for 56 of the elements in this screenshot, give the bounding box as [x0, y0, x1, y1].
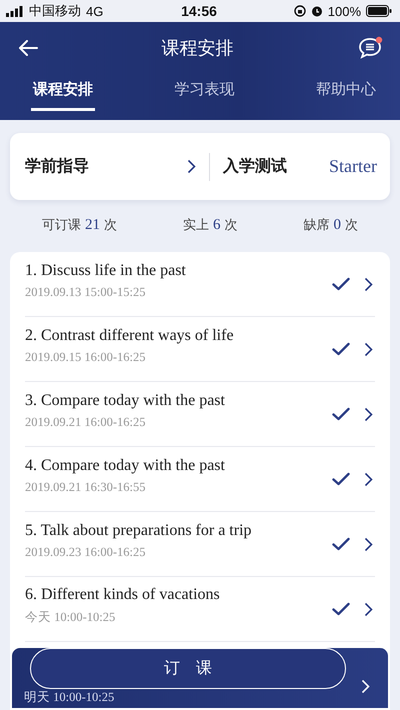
signal-icon: [6, 6, 24, 16]
battery-icon: [366, 5, 392, 17]
chevron-icon: [364, 602, 373, 616]
lesson-time: 2019.09.23 16:00-16:25: [25, 545, 146, 560]
rotation-lock-icon: [294, 5, 306, 17]
lesson-row[interactable]: 明天 10:00-10:25 订 课: [12, 648, 388, 708]
lesson-title: 3. Compare today with the past: [25, 392, 226, 410]
lesson-title: 1. Discuss life in the past: [25, 262, 187, 280]
stat-label: 实上: [183, 217, 209, 234]
guide-label: 学前指导: [25, 156, 89, 177]
lesson-title: 2. Contrast different ways of life: [25, 327, 235, 345]
stat-label: 可订课: [42, 217, 81, 234]
chevron-icon: [361, 679, 370, 694]
lesson-row[interactable]: 4. Compare today with the past 2019.09.21 16:30-16:55: [25, 447, 375, 512]
lesson-row[interactable]: 2. Contrast different ways of life 2019.09.15 16:00-16:25: [25, 317, 375, 382]
clock-time: 14:56: [181, 3, 217, 19]
chevron-icon: [364, 406, 373, 422]
chevron-icon: [187, 159, 196, 174]
alarm-icon: [310, 5, 323, 17]
battery-percent: 100%: [328, 4, 361, 18]
carrier-name: 中国移动: [29, 2, 81, 20]
lesson-time: 2019.09.21 16:30-16:55: [25, 480, 146, 495]
guide-link[interactable]: 学前指导: [25, 156, 196, 177]
chevron-icon: [364, 536, 373, 552]
test-label: 入学测试: [223, 156, 287, 177]
lesson-time: 2019.09.21 16:00-16:25: [25, 415, 146, 430]
stat-unit: 次: [104, 217, 117, 234]
page-title: 课程安排: [162, 37, 234, 60]
lesson-time: 2019.09.15 16:00-16:25: [25, 350, 146, 365]
stat-value: 6: [213, 217, 220, 234]
book-lesson-button[interactable]: 订 课: [30, 648, 346, 689]
lesson-time: 2019.09.13 15:00-15:25: [25, 285, 146, 300]
chevron-icon: [364, 472, 373, 486]
lesson-title: 5. Talk about preparations for a trip: [25, 522, 253, 540]
test-level: Starter: [329, 156, 377, 177]
lesson-time: 今天 10:00-10:25: [25, 609, 116, 626]
tab[interactable]: 帮助中心: [314, 74, 378, 111]
lesson-row[interactable]: 5. Talk about preparations for a trip 2019.09.23 16:00-16:25: [25, 512, 375, 577]
lesson-title: 6. Different kinds of vacations: [25, 586, 221, 604]
stat-unit: 次: [345, 217, 358, 234]
chat-bubble-icon[interactable]: [357, 36, 383, 60]
lesson-title: 4. Compare today with the past: [25, 457, 226, 475]
network-type: 4G: [86, 4, 104, 18]
back-arrow-icon[interactable]: [18, 40, 38, 56]
chevron-icon: [364, 342, 373, 356]
stat-unit: 次: [224, 217, 238, 234]
chevron-icon: [364, 276, 373, 292]
lesson-row[interactable]: 3. Compare today with the past 2019.09.21 16:00-16:25: [25, 382, 375, 447]
lesson-row[interactable]: 6. Different kinds of vacations 今天 10:00-10:25: [25, 577, 375, 642]
lesson-time: 明天 10:00-10:25: [24, 691, 116, 704]
lesson-row[interactable]: 1. Discuss life in the past 2019.09.13 15:00-15:25: [25, 252, 375, 317]
tab[interactable]: 课程安排: [31, 74, 95, 111]
stat-value: 21: [85, 217, 100, 234]
stat-label: 缺席: [304, 217, 330, 234]
tab[interactable]: 学习表现: [172, 74, 236, 111]
stat-value: 0: [334, 217, 341, 234]
